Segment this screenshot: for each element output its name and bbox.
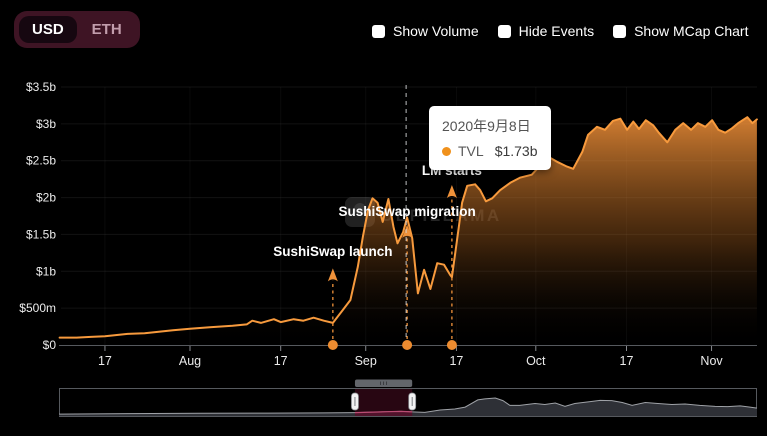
event-arrow-icon: [328, 268, 338, 281]
event-labels: SushiSwap launchSushiSwap migrationLM st…: [273, 163, 482, 259]
tooltip-series-dot-icon: [442, 147, 451, 156]
svg-text:$0: $0: [43, 338, 57, 352]
chart-controls: Show Volume Hide Events Show MCap Chart: [372, 23, 748, 39]
event-dot: [402, 340, 412, 350]
show-volume-control[interactable]: Show Volume: [372, 23, 479, 39]
svg-text:$1b: $1b: [36, 264, 56, 278]
event-dot: [447, 340, 457, 350]
tooltip-series-name: TVL: [458, 143, 484, 159]
show-mcap-checkbox[interactable]: [613, 25, 626, 38]
svg-text:SushiSwap migration: SushiSwap migration: [338, 204, 475, 219]
svg-text:Oct: Oct: [526, 354, 546, 368]
svg-text:17: 17: [620, 354, 634, 368]
svg-text:17: 17: [274, 354, 288, 368]
svg-text:$3.5b: $3.5b: [26, 80, 56, 94]
svg-text:17: 17: [98, 354, 112, 368]
show-volume-label: Show Volume: [393, 23, 479, 39]
show-volume-checkbox[interactable]: [372, 25, 385, 38]
svg-text:Nov: Nov: [700, 354, 723, 368]
tvl-dashboard: DEFILLAMA$0$500m$1b$1.5b$2b$2.5b$3b$3.5b…: [0, 0, 767, 436]
navigator-handle-left[interactable]: [351, 393, 358, 410]
currency-usd-button[interactable]: USD: [19, 16, 77, 43]
x-axis-labels: 17 Aug 17 Sep 17 Oct 17 Nov: [98, 354, 723, 368]
hide-events-control[interactable]: Hide Events: [498, 23, 594, 39]
svg-text:Aug: Aug: [179, 354, 201, 368]
chart-tooltip: 2020年9月8日 TVL $1.73b: [429, 106, 551, 170]
event-arrow-icon: [447, 185, 457, 198]
show-mcap-label: Show MCap Chart: [634, 23, 748, 39]
currency-eth-button[interactable]: ETH: [79, 16, 135, 43]
svg-text:$1.5b: $1.5b: [26, 227, 56, 241]
navigator-handle-right[interactable]: [409, 393, 416, 410]
hide-events-label: Hide Events: [519, 23, 594, 39]
svg-text:$2b: $2b: [36, 191, 56, 205]
event-dot: [328, 340, 338, 350]
svg-text:$2.5b: $2.5b: [26, 154, 56, 168]
svg-text:$500m: $500m: [19, 301, 56, 315]
tooltip-date: 2020年9月8日: [442, 116, 538, 136]
show-mcap-control[interactable]: Show MCap Chart: [613, 23, 748, 39]
currency-toggle[interactable]: USD ETH: [14, 11, 140, 48]
svg-text:SushiSwap launch: SushiSwap launch: [273, 244, 392, 259]
svg-text:$3b: $3b: [36, 117, 56, 131]
hide-events-checkbox[interactable]: [498, 25, 511, 38]
y-axis-labels: $0 $500m $1b $1.5b $2b $2.5b $3b $3.5b: [19, 80, 56, 352]
navigator[interactable]: [59, 380, 757, 417]
svg-text:17: 17: [449, 354, 463, 368]
tvl-area-chart[interactable]: DEFILLAMA$0$500m$1b$1.5b$2b$2.5b$3b$3.5b…: [0, 0, 767, 436]
svg-text:Sep: Sep: [355, 354, 377, 368]
tooltip-series-value: $1.73b: [495, 143, 538, 159]
